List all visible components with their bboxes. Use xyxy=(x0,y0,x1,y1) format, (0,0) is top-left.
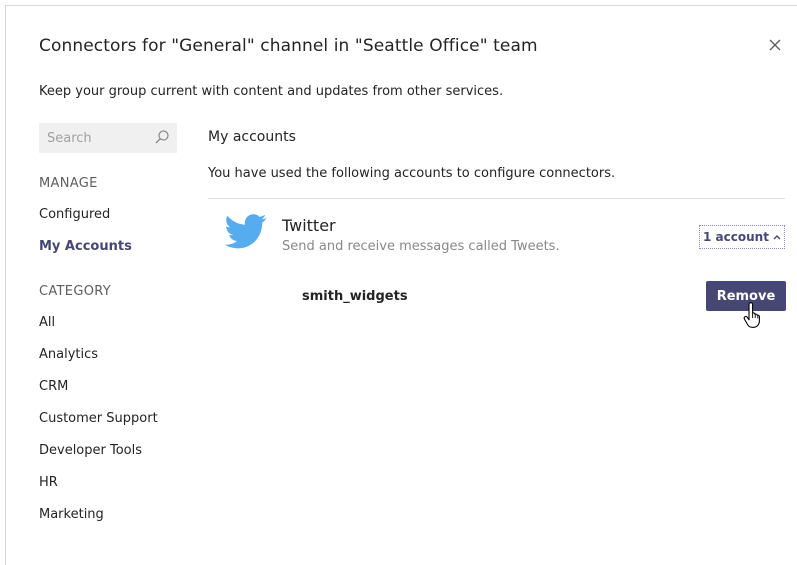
account-count-toggle[interactable]: 1 account xyxy=(699,225,785,249)
search-box[interactable] xyxy=(39,123,177,153)
search-icon[interactable] xyxy=(154,129,170,145)
divider xyxy=(208,198,785,199)
sidebar-item-marketing[interactable]: Marketing xyxy=(39,507,104,522)
manage-header: MANAGE xyxy=(39,176,98,191)
sidebar-item-configured[interactable]: Configured xyxy=(39,207,110,222)
category-header: CATEGORY xyxy=(39,284,111,299)
sidebar-item-my-accounts[interactable]: My Accounts xyxy=(39,239,132,254)
dialog-title: Connectors for "General" channel in "Sea… xyxy=(39,36,538,56)
connectors-dialog: Connectors for "General" channel in "Sea… xyxy=(5,5,797,565)
close-icon xyxy=(769,39,781,51)
sidebar-item-analytics[interactable]: Analytics xyxy=(39,347,98,362)
close-button[interactable] xyxy=(766,36,784,54)
service-name: Twitter xyxy=(282,216,336,235)
service-description: Send and receive messages called Tweets. xyxy=(282,239,560,254)
sidebar-item-customer-support[interactable]: Customer Support xyxy=(39,411,158,426)
search-input[interactable] xyxy=(47,123,147,153)
sidebar-item-hr[interactable]: HR xyxy=(39,475,58,490)
section-description: You have used the following accounts to … xyxy=(208,166,616,181)
sidebar-item-developer-tools[interactable]: Developer Tools xyxy=(39,443,142,458)
sidebar-item-all[interactable]: All xyxy=(39,315,55,330)
sidebar-item-crm[interactable]: CRM xyxy=(39,379,68,394)
hand-pointer-cursor-icon xyxy=(743,302,760,328)
twitter-bird-icon xyxy=(225,214,267,249)
dialog-subtitle: Keep your group current with content and… xyxy=(39,84,504,99)
section-heading: My accounts xyxy=(208,129,296,145)
account-name: smith_widgets xyxy=(302,289,408,304)
chevron-up-icon xyxy=(773,232,781,243)
account-count-label: 1 account xyxy=(703,230,769,244)
